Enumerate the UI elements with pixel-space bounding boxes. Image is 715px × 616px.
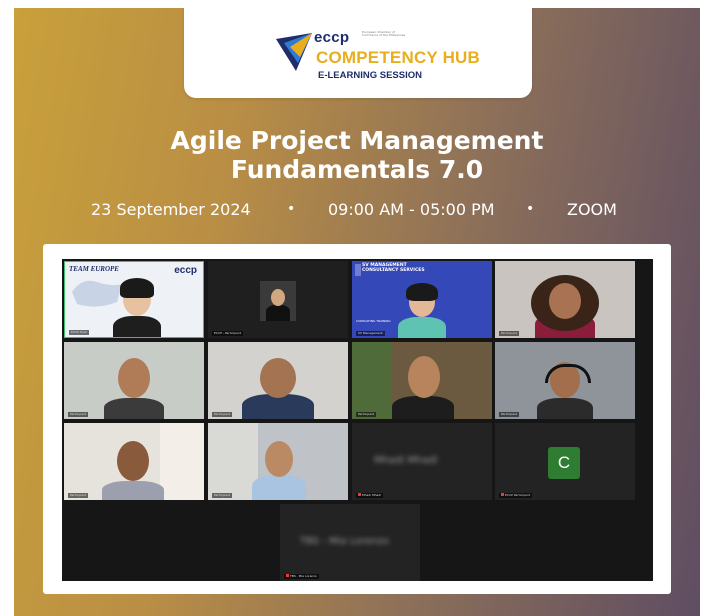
company-banner-sub: CONSULTING TRAINING xyxy=(356,319,391,323)
participant-name: Participant xyxy=(499,331,520,336)
event-time: 09:00 AM - 05:00 PM xyxy=(328,200,495,219)
participant-name: Participant xyxy=(68,493,89,498)
video-tile[interactable]: ECCP - Participant xyxy=(208,261,348,338)
person-body xyxy=(104,398,164,419)
participant-name-text: TBS - Mia Lorenzo xyxy=(290,574,317,578)
company-logo-icon xyxy=(355,264,361,276)
video-tile[interactable]: Participant xyxy=(495,261,635,338)
headphones-icon xyxy=(545,364,591,383)
separator-dot: • xyxy=(526,201,535,217)
participant-name: TBS - Mia Lorenzo xyxy=(284,574,319,579)
video-tile[interactable]: Participant xyxy=(352,342,492,419)
participant-name: ECCP Host xyxy=(69,330,89,335)
avatar: C xyxy=(548,447,580,479)
logo-card: eccp European Chamber of Commerce of the… xyxy=(184,8,532,98)
video-tile[interactable]: Participant xyxy=(64,342,204,419)
logo-brand: eccp xyxy=(314,29,350,46)
video-tile[interactable]: Mhadi Mhadi Mhadi Mhadi xyxy=(352,423,492,500)
participant-name-text: Mhadi Mhadi xyxy=(362,493,382,497)
event-venue: ZOOM xyxy=(567,200,617,219)
event-title-line-2: Fundamentals 7.0 xyxy=(230,155,484,184)
person-head xyxy=(265,441,293,477)
participant-name: SV Management xyxy=(356,331,385,336)
person-head xyxy=(118,358,150,398)
mic-muted-icon xyxy=(501,493,504,496)
participant-name: Participant xyxy=(68,412,89,417)
event-title: Agile Project Management Fundamentals 7.… xyxy=(14,126,700,184)
participant-name: Participant xyxy=(212,493,233,498)
zoom-gallery-view: TEAM EUROPE eccp ECCP Host ECCP - Partic… xyxy=(62,259,653,581)
logo-hub-title: COMPETENCY HUB xyxy=(316,48,481,67)
event-poster: eccp European Chamber of Commerce of the… xyxy=(14,8,700,616)
video-thumb xyxy=(260,281,296,321)
logo-subtitle: E-LEARNING SESSION xyxy=(318,70,422,81)
person-body xyxy=(102,481,164,500)
company-banner: SV MANAGEMENT CONSULTANCY SERVICES xyxy=(362,263,425,273)
video-tile[interactable]: Participant xyxy=(208,342,348,419)
background-wall xyxy=(208,423,258,500)
participant-name: Participant xyxy=(212,412,233,417)
background-door xyxy=(160,423,204,500)
mic-muted-icon xyxy=(358,493,361,496)
participant-display-name: TBS - Mia Lorenzo xyxy=(300,536,390,547)
participant-name: ECCP Participant xyxy=(499,493,532,498)
video-tile-host[interactable]: TEAM EUROPE eccp ECCP Host xyxy=(64,261,204,338)
person-head xyxy=(271,289,285,306)
participant-display-name: Mhadi Mhadi xyxy=(374,455,438,466)
video-tile[interactable]: SV MANAGEMENT CONSULTANCY SERVICES CONSU… xyxy=(352,261,492,338)
person-hair xyxy=(406,283,438,301)
europe-map-icon xyxy=(72,280,122,307)
eccp-logo-mark-icon xyxy=(276,33,312,71)
video-tile[interactable]: C ECCP Participant xyxy=(495,423,635,500)
person-head xyxy=(408,356,440,398)
mic-muted-icon xyxy=(286,574,289,577)
person-head xyxy=(549,283,581,319)
person-body xyxy=(266,305,290,321)
person-body xyxy=(537,398,593,419)
background-plant xyxy=(352,342,392,419)
event-date: 23 September 2024 xyxy=(91,200,251,219)
participant-name: ECCP - Participant xyxy=(212,331,243,336)
person-body xyxy=(252,475,306,500)
person-body xyxy=(113,316,161,337)
person-body xyxy=(398,317,446,338)
participant-name: Participant xyxy=(356,412,377,417)
video-tile[interactable]: Participant xyxy=(208,423,348,500)
person-hair xyxy=(120,278,154,298)
participant-name-text: ECCP Participant xyxy=(505,493,530,497)
person-head xyxy=(260,358,296,398)
participant-name: Mhadi Mhadi xyxy=(356,493,384,498)
video-tile[interactable]: TBS - Mia Lorenzo TBS - Mia Lorenzo xyxy=(280,504,420,581)
photo-frame: TEAM EUROPE eccp ECCP Host ECCP - Partic… xyxy=(43,244,671,594)
team-europe-label: TEAM EUROPE xyxy=(69,265,119,273)
event-info-bar: 23 September 2024 • 09:00 AM - 05:00 PM … xyxy=(14,200,700,224)
video-tile[interactable]: Participant xyxy=(495,342,635,419)
eccp-mini-logo: eccp xyxy=(174,265,197,276)
person-body xyxy=(392,396,454,419)
logo-tagline: European Chamber of Commerce of the Phil… xyxy=(362,31,406,38)
separator-dot: • xyxy=(287,201,296,217)
video-tile[interactable]: Participant xyxy=(64,423,204,500)
participant-name: Participant xyxy=(499,412,520,417)
event-title-line-1: Agile Project Management xyxy=(170,126,544,155)
person-head xyxy=(117,441,149,481)
